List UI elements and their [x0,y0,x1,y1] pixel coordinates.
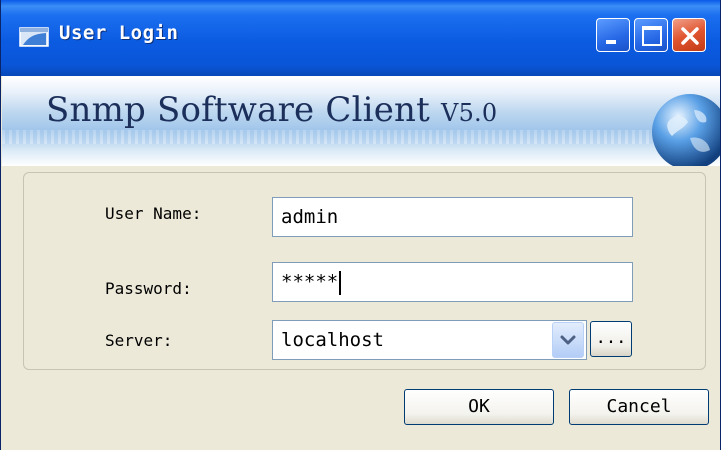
banner-version: V5.0 [441,99,498,127]
close-button[interactable] [672,18,706,52]
close-icon [681,27,699,45]
server-value: localhost [281,329,384,351]
login-app-icon [19,27,49,47]
text-caret [339,270,342,295]
username-label: User Name: [105,204,202,223]
minimize-button[interactable] [596,18,630,52]
username-field[interactable]: admin [272,197,633,237]
browse-server-button[interactable]: ... [590,321,632,357]
banner-title: Snmp Software Client V5.0 [46,90,497,130]
maximize-icon [642,26,662,46]
cancel-button[interactable]: Cancel [569,389,709,425]
minimize-icon [606,40,616,44]
maximize-button[interactable] [634,18,668,52]
window-title: User Login [59,22,179,44]
product-banner: Snmp Software Client V5.0 [2,76,720,166]
server-combobox[interactable]: localhost [272,320,587,360]
password-field[interactable]: ***** [272,262,633,302]
chevron-down-icon [560,335,576,345]
server-label: Server: [105,331,173,350]
server-dropdown-button[interactable] [552,322,584,358]
globe-icon [652,94,720,166]
title-bar[interactable]: User Login [1,0,720,76]
login-window: User Login Snmp Software Client V5.0 Use… [0,0,721,450]
password-label: Password: [105,279,192,298]
password-value: ***** [281,271,339,293]
banner-product-name: Snmp Software Client [46,90,431,130]
ok-button[interactable]: OK [404,389,554,425]
banner-band [2,130,720,144]
